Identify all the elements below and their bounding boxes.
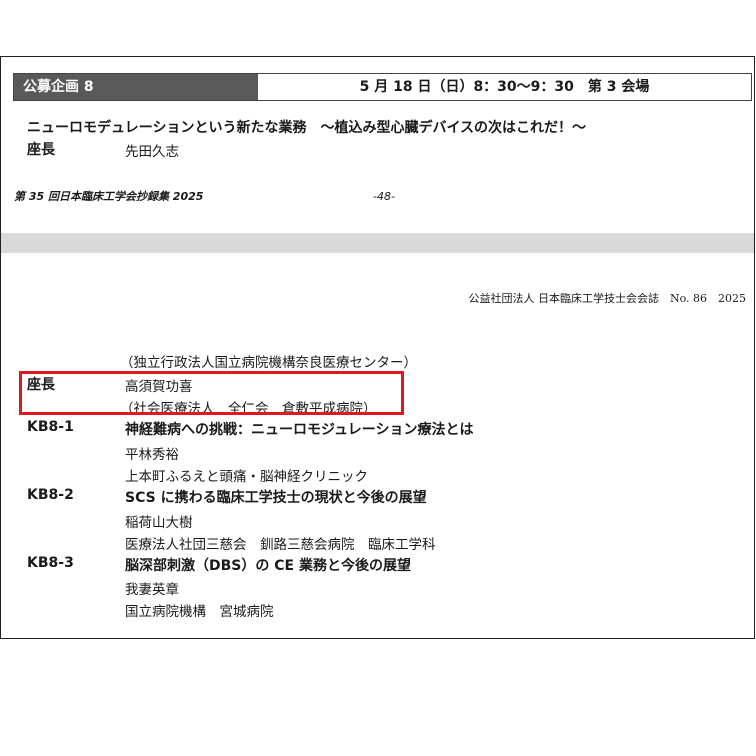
lecture-code: KB8-2 bbox=[27, 487, 74, 503]
session-title: ニューロモデュレーションという新たな業務 〜植込み型心臓デバイスの次はこれだ！〜 bbox=[27, 120, 587, 136]
session-label: 公募企画 8 bbox=[14, 74, 258, 100]
session-datetime-room: 5 月 18 日（日）8：30〜9：30 第 3 会場 bbox=[359, 79, 650, 95]
lecture-affiliation: 国立病院機構 宮城病院 bbox=[125, 604, 274, 620]
lecture-speaker: 我妻英章 bbox=[125, 582, 179, 598]
proceedings-footer: 第 35 回日本臨床工学会抄録集 2025 bbox=[14, 190, 204, 203]
page-break bbox=[1, 233, 754, 253]
lecture-title: SCS に携わる臨床工学技士の現状と今後の展望 bbox=[125, 490, 427, 506]
chair-label: 座長 bbox=[27, 142, 55, 158]
lecture-affiliation: 医療法人社団三慈会 釧路三慈会病院 臨床工学科 bbox=[125, 537, 436, 553]
document-page: 公募企画 8 5 月 18 日（日）8：30〜9：30 第 3 会場 ニューロモ… bbox=[0, 56, 755, 639]
journal-header: 公益社団法人 日本臨床工学技士会会誌 No. 86 2025 bbox=[468, 292, 746, 305]
lecture-title: 神経難病への挑戦：ニューロモジュレーション療法とは bbox=[125, 422, 474, 438]
lecture-speaker: 稲荷山大樹 bbox=[125, 515, 193, 531]
lecture-title: 脳深部刺激（DBS）の CE 業務と今後の展望 bbox=[125, 558, 411, 574]
page-number: -48- bbox=[373, 190, 395, 203]
lecture-affiliation: 上本町ふるえと頭痛・脳神経クリニック bbox=[125, 469, 368, 485]
lecture-code: KB8-3 bbox=[27, 555, 74, 571]
session-header: 公募企画 8 5 月 18 日（日）8：30〜9：30 第 3 会場 bbox=[13, 73, 752, 101]
lecture-code: KB8-1 bbox=[27, 419, 74, 435]
chair-name: 先田久志 bbox=[125, 144, 179, 160]
lecture-speaker: 平林秀裕 bbox=[125, 447, 179, 463]
highlight-box bbox=[19, 371, 404, 415]
chair-affiliation: （独立行政法人国立病院機構奈良医療センター） bbox=[120, 355, 417, 371]
